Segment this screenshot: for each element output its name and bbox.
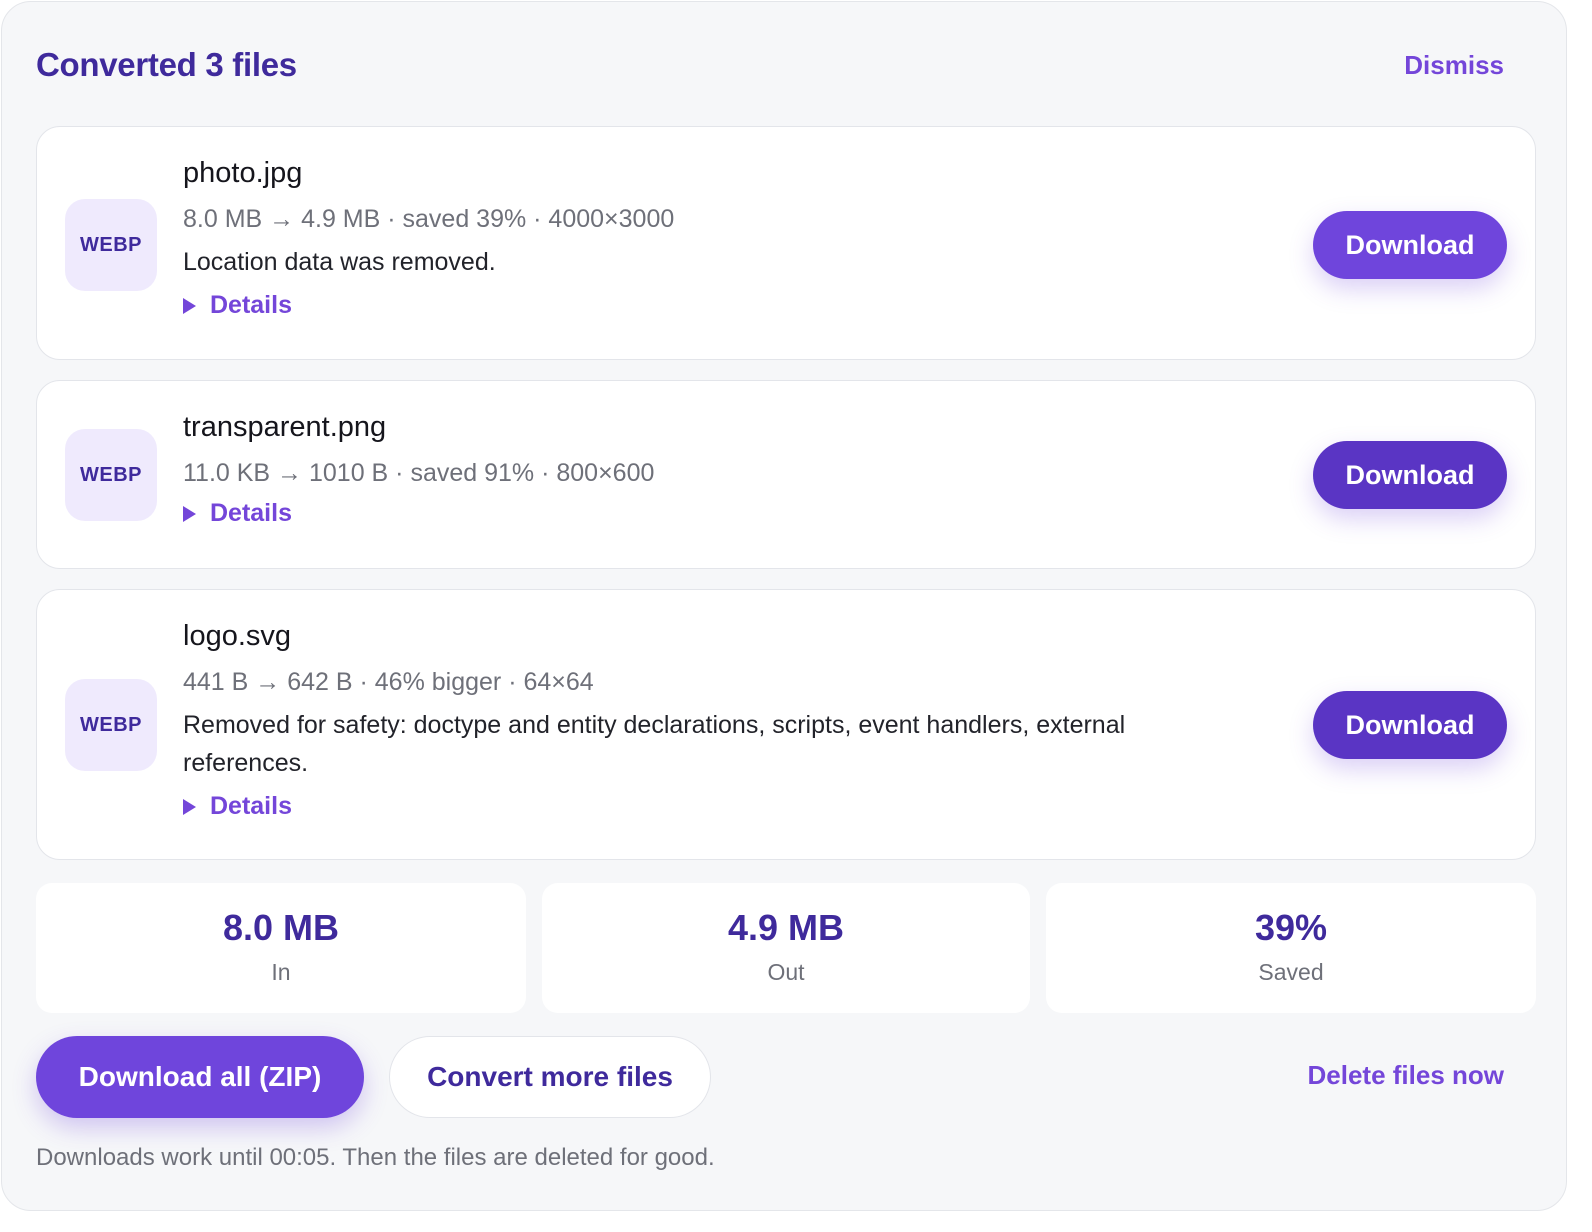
format-badge: WEBP xyxy=(65,199,157,291)
file-meta: 11.0 KB → 1010 B · saved 91% · 800×600 xyxy=(183,459,655,487)
file-info: transparent.png 11.0 KB → 1010 B · saved… xyxy=(183,409,1183,528)
details-toggle[interactable]: Details xyxy=(183,792,1183,821)
file-meta: 441 B → 642 B · 46% bigger · 64×64 xyxy=(183,668,594,696)
download-button[interactable]: Download xyxy=(1313,211,1507,279)
conversion-results-panel: Converted 3 files Dismiss WEBP photo.jpg… xyxy=(1,1,1567,1211)
download-all-button[interactable]: Download all (ZIP) xyxy=(36,1036,364,1118)
file-card-photo: WEBP photo.jpg 8.0 MB → 4.9 MB · saved 3… xyxy=(36,126,1536,360)
file-meta: 8.0 MB → 4.9 MB · saved 39% · 4000×3000 xyxy=(183,205,675,233)
file-name: photo.jpg xyxy=(183,157,303,189)
stat-label: Out xyxy=(767,959,805,985)
format-badge: WEBP xyxy=(65,429,157,521)
file-note: Location data was removed. xyxy=(183,248,496,276)
file-card-logo: WEBP logo.svg 441 B → 642 B · 46% bigger… xyxy=(36,589,1536,860)
triangle-right-icon xyxy=(183,505,196,522)
details-toggle[interactable]: Details xyxy=(183,499,1183,528)
page-title: Converted 3 files xyxy=(36,46,297,83)
stat-in: 8.0 MB In xyxy=(36,883,526,1013)
details-label: Details xyxy=(210,792,292,820)
file-info: logo.svg 441 B → 642 B · 46% bigger · 64… xyxy=(183,618,1183,821)
details-toggle[interactable]: Details xyxy=(183,291,1183,320)
file-name: transparent.png xyxy=(183,411,387,443)
download-button[interactable]: Download xyxy=(1313,691,1507,759)
stat-value: 39% xyxy=(1254,907,1328,948)
details-label: Details xyxy=(210,499,292,527)
file-card-transparent: WEBP transparent.png 11.0 KB → 1010 B · … xyxy=(36,380,1536,569)
delete-files-link[interactable]: Delete files now xyxy=(1308,1060,1505,1091)
triangle-right-icon xyxy=(183,297,196,314)
triangle-right-icon xyxy=(183,798,196,815)
expiry-note: Downloads work until 00:05. Then the fil… xyxy=(36,1144,715,1171)
stat-value: 4.9 MB xyxy=(727,907,845,948)
convert-more-button[interactable]: Convert more files xyxy=(389,1036,711,1118)
stat-label: In xyxy=(271,959,291,985)
file-name: logo.svg xyxy=(183,620,292,652)
dismiss-button[interactable]: Dismiss xyxy=(1404,50,1504,81)
file-info: photo.jpg 8.0 MB → 4.9 MB · saved 39% · … xyxy=(183,155,1183,320)
stat-saved: 39% Saved xyxy=(1046,883,1536,1013)
stat-label: Saved xyxy=(1258,959,1324,985)
file-note: Removed for safety: doctype and entity d… xyxy=(183,711,1126,777)
details-label: Details xyxy=(210,291,292,319)
download-button[interactable]: Download xyxy=(1313,441,1507,509)
stat-value: 8.0 MB xyxy=(222,907,340,948)
stat-out: 4.9 MB Out xyxy=(542,883,1030,1013)
format-badge: WEBP xyxy=(65,679,157,771)
